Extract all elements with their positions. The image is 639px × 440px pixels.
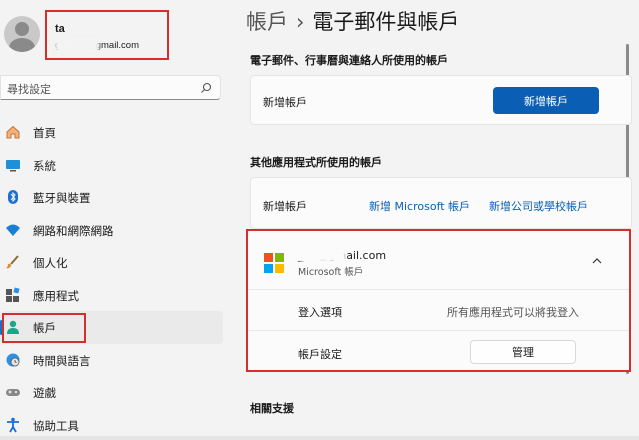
signin-options-value: 所有應用程式可以將我登入	[447, 306, 579, 319]
add-account-label: 新增帳戶	[263, 200, 307, 213]
avatar	[4, 16, 40, 52]
add-account-button[interactable]: 新增帳戶	[493, 87, 599, 114]
apps-icon	[6, 286, 20, 302]
redaction-blur	[55, 39, 99, 52]
accessibility-icon	[7, 417, 19, 432]
sidebar-item-label: 首頁	[33, 126, 56, 140]
system-icon	[6, 159, 20, 171]
divider	[248, 289, 629, 290]
section-title-related: 相關支援	[250, 402, 294, 415]
home-icon	[6, 125, 20, 139]
redaction-blur	[300, 248, 346, 262]
sidebar-item-bluetooth[interactable]: 藍牙與裝置	[0, 181, 223, 214]
sidebar-item-label: 時間與語言	[33, 353, 91, 368]
sidebar-item-label: 個人化	[33, 256, 68, 270]
search-placeholder: 尋找設定	[7, 83, 51, 96]
search-icon	[201, 82, 212, 93]
sidebar-item-label: 系統	[33, 158, 56, 173]
microsoft-logo-icon	[264, 253, 284, 273]
page-title: 電子郵件與帳戶	[312, 10, 460, 34]
sidebar-item-home[interactable]: 首頁	[0, 116, 223, 149]
main-content: 帳戶 › 電子郵件與帳戶 電子郵件、行事曆與連絡人所使用的帳戶 新增帳戶 新增帳戶 …	[230, 0, 639, 440]
profile-name: ta	[55, 23, 65, 35]
globe-clock-icon	[6, 353, 20, 366]
other-accounts-card: 新增帳戶 新增 Microsoft 帳戶 新增公司或學校帳戶	[250, 177, 632, 229]
add-microsoft-account-link[interactable]: 新增 Microsoft 帳戶	[369, 198, 470, 214]
sidebar-item-gaming[interactable]: 遊戲	[0, 376, 223, 409]
sidebar-item-label: 協助工具	[33, 418, 79, 433]
email-accounts-card: 新增帳戶 新增帳戶	[250, 75, 632, 125]
section-title-other: 其他應用程式所使用的帳戶	[250, 156, 382, 169]
bluetooth-icon	[8, 190, 18, 204]
breadcrumb-separator: ›	[296, 10, 305, 34]
sidebar-item-time-language[interactable]: 時間與語言	[0, 344, 223, 377]
breadcrumb-parent[interactable]: 帳戶	[246, 10, 288, 34]
add-work-school-account-link[interactable]: 新增公司或學校帳戶	[489, 198, 588, 214]
sidebar-item-system[interactable]: 系統	[0, 149, 223, 182]
signin-options-label: 登入選項	[298, 306, 342, 319]
sidebar-item-personalization[interactable]: 個人化	[0, 246, 223, 279]
manage-button[interactable]: 管理	[470, 340, 576, 364]
bottom-edge	[0, 436, 639, 440]
sidebar-item-label: 藍牙與裝置	[33, 191, 91, 205]
breadcrumb: 帳戶 › 電子郵件與帳戶	[246, 6, 459, 36]
brush-icon	[6, 255, 19, 269]
microsoft-account-panel: _01@gmail.com Microsoft 帳戶 登入選項 所有應用程式可以…	[246, 229, 631, 372]
accounts-highlight-box	[2, 313, 86, 343]
account-settings-label: 帳戶設定	[298, 348, 342, 361]
chevron-up-icon[interactable]	[591, 255, 603, 267]
add-account-label: 新增帳戶	[263, 96, 307, 109]
sidebar-item-label: 遊戲	[33, 386, 56, 400]
section-title-email: 電子郵件、行事曆與連絡人所使用的帳戶	[250, 54, 448, 67]
divider	[248, 330, 629, 331]
user-profile[interactable]: ta g 01@gmail.com	[0, 6, 223, 62]
profile-highlight-box	[45, 10, 169, 60]
redaction-blur	[70, 22, 94, 34]
gamepad-icon	[6, 389, 20, 396]
account-type: Microsoft 帳戶	[298, 267, 364, 278]
sidebar-item-label: 網路和網際網路	[33, 223, 114, 238]
sidebar-item-label: 應用程式	[33, 288, 79, 303]
search-input[interactable]: 尋找設定	[0, 75, 221, 100]
sidebar-item-apps[interactable]: 應用程式	[0, 279, 223, 312]
sidebar-item-network[interactable]: 網路和網際網路	[0, 214, 223, 247]
sidebar: ta g 01@gmail.com 尋找設定 首頁 系統	[0, 0, 223, 440]
sidebar-nav: 首頁 系統 藍牙與裝置 網路和網際網路 個人化 應用程式 帳戶 時間與語言 遊戲…	[0, 116, 223, 440]
wifi-icon	[6, 224, 20, 236]
